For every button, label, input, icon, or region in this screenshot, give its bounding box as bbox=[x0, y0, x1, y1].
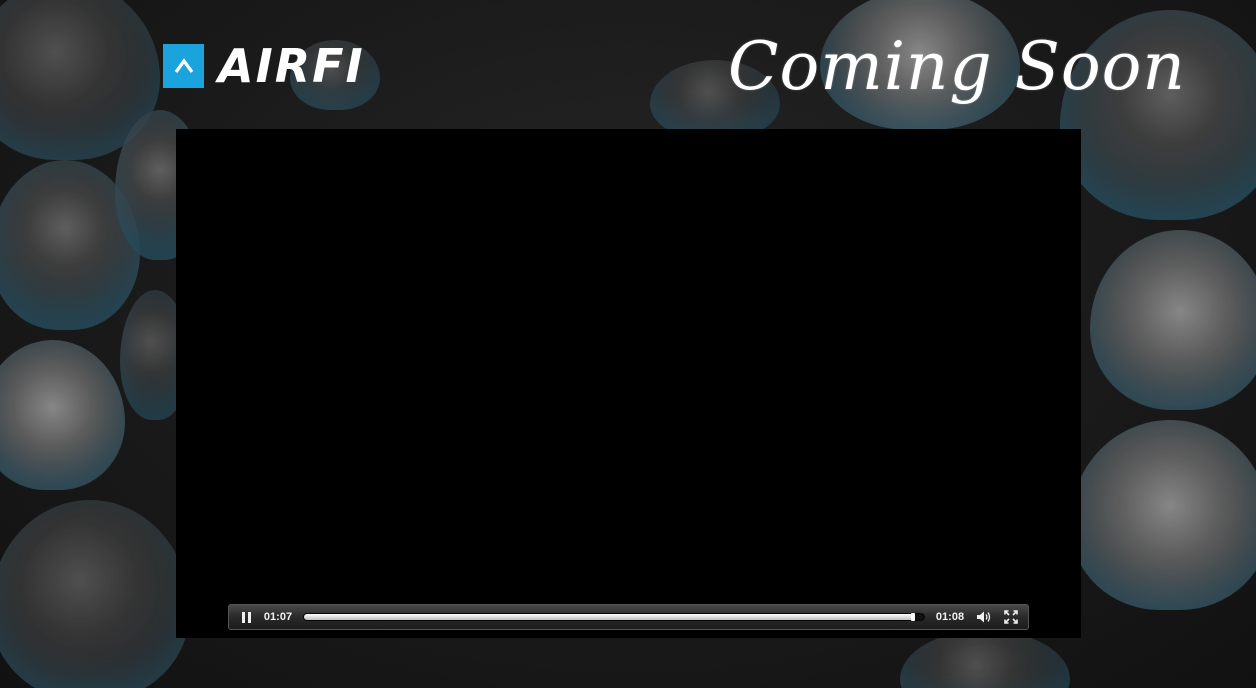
current-time: 01:07 bbox=[263, 611, 293, 623]
total-time: 01:08 bbox=[935, 611, 965, 623]
logo-text: AIRFI bbox=[218, 39, 365, 93]
video-controls-bar: 01:07 01:08 bbox=[228, 604, 1029, 630]
background-photo-cloud bbox=[1090, 230, 1256, 410]
seek-bar-played bbox=[304, 614, 915, 620]
video-player[interactable]: 01:07 01:08 bbox=[176, 129, 1081, 638]
page: AIRFI Coming Soon 01:07 01:08 bbox=[0, 0, 1256, 688]
background-photo-cloud bbox=[0, 500, 190, 688]
logo-mark-icon bbox=[163, 44, 204, 88]
airfi-logo: AIRFI bbox=[163, 40, 365, 92]
background-photo-cloud bbox=[0, 340, 125, 490]
fullscreen-icon bbox=[1004, 610, 1018, 624]
seek-bar[interactable] bbox=[303, 613, 925, 621]
pause-icon bbox=[240, 611, 252, 623]
background-photo-cloud bbox=[900, 630, 1070, 688]
volume-button[interactable] bbox=[973, 605, 995, 629]
fullscreen-button[interactable] bbox=[1000, 605, 1022, 629]
seek-bar-handle[interactable] bbox=[910, 613, 915, 621]
volume-icon bbox=[977, 611, 991, 623]
coming-soon-headline: Coming Soon bbox=[728, 28, 1186, 105]
pause-button[interactable] bbox=[235, 605, 257, 629]
background-photo-cloud bbox=[1070, 420, 1256, 610]
